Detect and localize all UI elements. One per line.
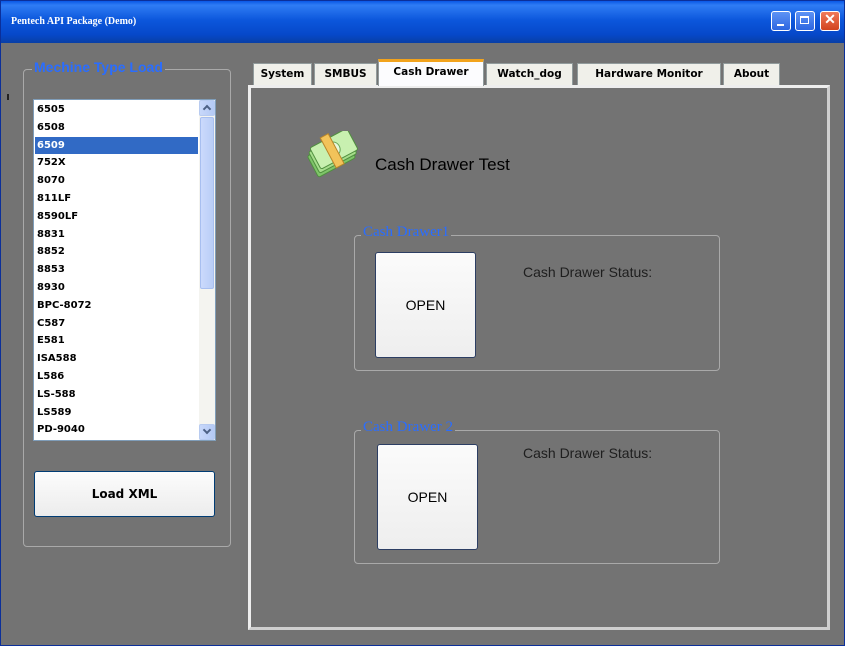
list-item[interactable]: LS-588 [35, 386, 198, 404]
machine-type-legend: Mechine Type Load [32, 59, 165, 75]
cash-drawer-2-legend: Cash Drawer 2 [361, 419, 455, 436]
cash-drawer-1-legend: Cash Drawer1 [361, 224, 452, 241]
window-title: Pentech API Package (Demo) [11, 16, 137, 27]
list-item[interactable]: 8852 [35, 243, 198, 261]
minimize-icon[interactable] [771, 11, 791, 31]
close-icon[interactable]: ✕ [820, 11, 840, 31]
list-item[interactable]: PD-9040 [35, 421, 198, 439]
list-item[interactable]: 6505 [35, 101, 198, 119]
list-item[interactable]: 8831 [35, 226, 198, 244]
open-drawer-1-button[interactable]: OPEN [375, 252, 476, 358]
cash-drawer-2-status: Cash Drawer Status: [523, 445, 653, 461]
list-item[interactable]: 8930 [35, 279, 198, 297]
open-drawer-2-button[interactable]: OPEN [377, 444, 478, 550]
list-item[interactable]: LS589 [35, 404, 198, 422]
tab-watch-dog[interactable]: Watch_dog [486, 63, 573, 85]
list-item[interactable]: 8853 [35, 261, 198, 279]
list-item[interactable]: 752X [35, 154, 198, 172]
app-window: Pentech API Package (Demo) ✕ Mechine Typ… [0, 0, 845, 646]
list-scrollbar[interactable] [199, 100, 215, 440]
scroll-down-icon[interactable] [199, 424, 215, 440]
tab-cash-drawer[interactable]: Cash Drawer [378, 59, 484, 86]
list-item[interactable]: L586 [35, 368, 198, 386]
machine-type-list[interactable]: 6505 6508 6509 752X 8070 811LF 8590LF 8831 8852 8… [33, 99, 216, 441]
list-item[interactable]: ISA588 [35, 350, 198, 368]
machine-type-items: 6505 6508 6509 752X 8070 811LF 8590LF 8831 8852 8… [35, 101, 198, 439]
list-item[interactable]: BPC-8072 [35, 297, 198, 315]
list-item[interactable]: 6509 [35, 136, 198, 155]
tab-system[interactable]: System [253, 63, 312, 85]
list-item[interactable]: 8070 [35, 172, 198, 190]
edge-marker [7, 94, 9, 100]
list-item[interactable]: 6508 [35, 119, 198, 137]
list-item[interactable]: 8590LF [35, 208, 198, 226]
list-item[interactable]: E581 [35, 332, 198, 350]
tab-smbus[interactable]: SMBUS [314, 63, 377, 85]
title-bar[interactable]: Pentech API Package (Demo) ✕ [1, 1, 844, 43]
maximize-icon[interactable] [795, 11, 815, 31]
list-item[interactable]: 811LF [35, 190, 198, 208]
money-icon [307, 131, 358, 178]
scroll-up-icon[interactable] [199, 100, 215, 116]
cash-drawer-1-status: Cash Drawer Status: [523, 264, 653, 280]
list-item[interactable]: C587 [35, 315, 198, 333]
tab-hardware-monitor[interactable]: Hardware Monitor [577, 63, 721, 85]
load-xml-button[interactable]: Load XML [34, 471, 215, 517]
scroll-thumb[interactable] [200, 117, 214, 289]
tab-about[interactable]: About [723, 63, 780, 85]
cash-drawer-title: Cash Drawer Test [375, 155, 510, 174]
